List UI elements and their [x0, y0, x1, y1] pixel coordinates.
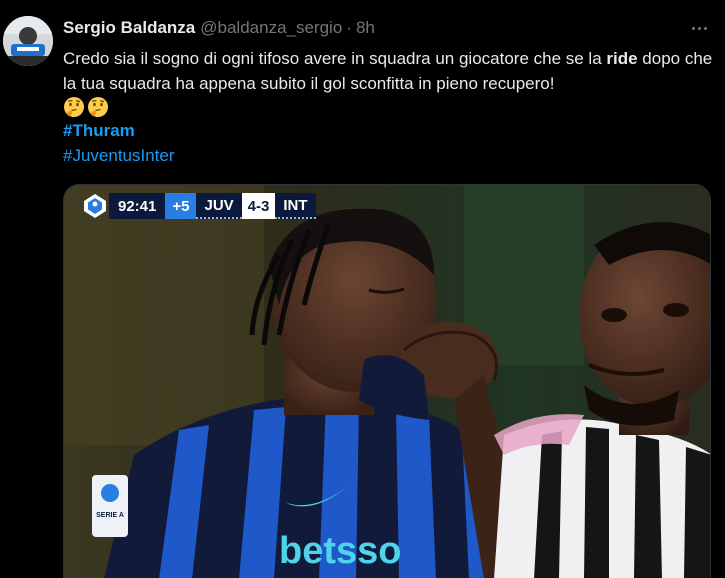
- tweet-text: Credo sia il sogno di ogni tifoso avere …: [63, 46, 715, 96]
- match-clock: 92:41: [109, 193, 166, 219]
- serie-a-logo-icon: [81, 193, 109, 219]
- away-team: INT: [275, 193, 316, 219]
- sponsor-text: betsso: [279, 530, 401, 572]
- hashtag-link[interactable]: #JuventusInter: [63, 146, 175, 166]
- home-team: JUV: [196, 193, 242, 219]
- added-time: +5: [165, 193, 197, 219]
- match-photo: betsso SERIE A: [64, 185, 710, 578]
- tweet-text-part1: Credo sia il sogno di ogni tifoso avere …: [63, 49, 607, 68]
- author-name[interactable]: Sergio Baldanza: [63, 18, 195, 38]
- scorebug: 92:41 +5 JUV 4-3 INT: [81, 193, 316, 219]
- hashtag-link[interactable]: #Thuram: [63, 121, 135, 141]
- more-options-icon[interactable]: [687, 18, 711, 38]
- media-image[interactable]: betsso SERIE A 92:41 +5 JUV 4-3 INT: [63, 184, 711, 578]
- tweet-text-bold: ride: [606, 49, 638, 68]
- thinking-face-icon: [63, 96, 85, 118]
- emoji-row: [63, 96, 109, 118]
- badge-text: SERIE A: [96, 512, 124, 519]
- timestamp[interactable]: 8h: [356, 18, 375, 38]
- separator-dot: ·: [346, 18, 352, 37]
- tweet[interactable]: Sergio Baldanza @baldanza_sergio · 8h Cr…: [0, 0, 725, 578]
- avatar[interactable]: [3, 16, 53, 66]
- author-handle[interactable]: @baldanza_sergio: [200, 18, 342, 38]
- thinking-face-icon: [87, 96, 109, 118]
- tweet-header: Sergio Baldanza @baldanza_sergio · 8h: [63, 17, 375, 39]
- score: 4-3: [241, 193, 276, 219]
